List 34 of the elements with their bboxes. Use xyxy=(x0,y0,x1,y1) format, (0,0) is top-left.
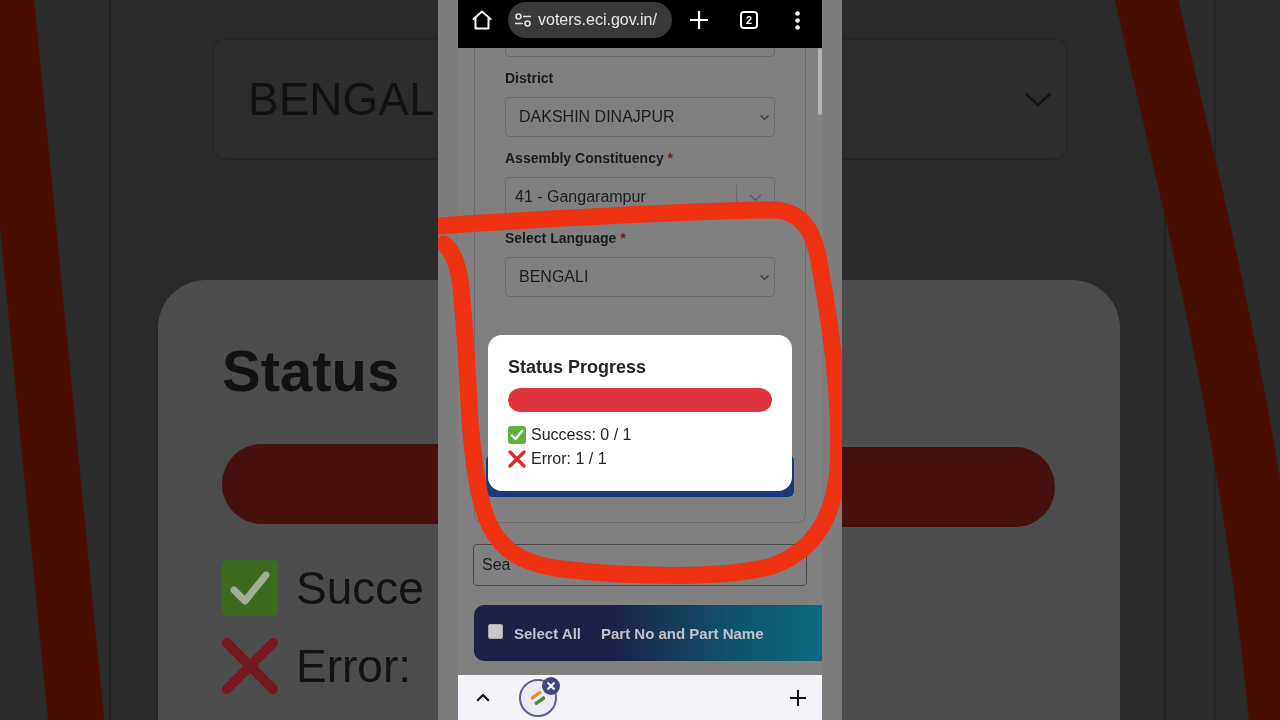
check-mark-icon xyxy=(222,560,278,616)
check-mark-icon xyxy=(508,426,526,444)
scrollbar-thumb[interactable] xyxy=(818,48,822,115)
backdrop-status-text: Succe xyxy=(296,561,424,616)
status-text: Error: 1 / 1 xyxy=(531,450,607,468)
field-label: District xyxy=(505,69,555,87)
plus-icon[interactable] xyxy=(790,689,806,706)
column-header: Select All xyxy=(514,624,581,642)
select-field[interactable]: BENGALI xyxy=(505,257,775,297)
chevron-down-icon xyxy=(760,274,769,280)
field-label: Select Language * xyxy=(505,229,627,247)
cross-icon xyxy=(222,638,278,694)
stripes-icon xyxy=(531,690,545,705)
select-field[interactable] xyxy=(505,48,775,57)
cross-icon xyxy=(508,450,526,468)
caret-up-icon[interactable] xyxy=(476,693,490,702)
tab-count-button[interactable]: 2 xyxy=(740,11,758,29)
backdrop-status-text: Error: xyxy=(296,639,411,694)
more-options-icon[interactable] xyxy=(795,10,800,30)
dialog-title: Status Progress xyxy=(508,356,648,379)
status-text: Success: 0 / 1 xyxy=(531,426,632,444)
site-settings-icon[interactable] xyxy=(515,13,531,27)
column-header: Part No and Part Name xyxy=(601,624,764,642)
close-icon[interactable] xyxy=(542,676,560,695)
select-all-checkbox[interactable] xyxy=(488,623,503,639)
select-field[interactable]: DAKSHIN DINAJPUR xyxy=(505,97,775,137)
new-tab-icon[interactable] xyxy=(690,11,708,29)
address-bar[interactable]: voters.eci.gov.in/ xyxy=(508,2,672,38)
field-label: Assembly Constituency * xyxy=(505,149,675,167)
chevron-down-icon xyxy=(1024,91,1052,107)
home-icon[interactable] xyxy=(472,10,492,30)
backdrop-dialog-title: Status xyxy=(222,342,401,400)
url-text[interactable]: voters.eci.gov.in/ xyxy=(538,11,657,29)
chevron-down-icon xyxy=(760,114,769,120)
